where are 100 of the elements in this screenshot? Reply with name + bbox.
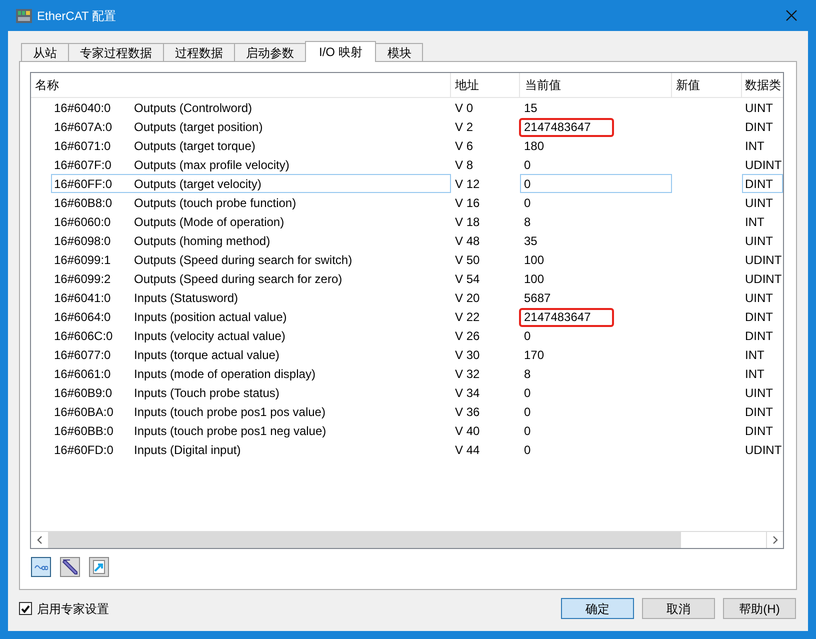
object-name: Inputs (touch probe pos1 neg value) (134, 422, 326, 440)
data-type: DINT (744, 328, 774, 344)
current-value: 0 (523, 442, 532, 458)
horizontal-scrollbar[interactable] (31, 531, 783, 548)
current-value: 0 (523, 404, 532, 420)
current-value: 0 (523, 384, 532, 402)
data-type: UDINT (744, 270, 783, 288)
address: V 2 (454, 118, 474, 136)
object-name: Outputs (target position) (134, 118, 263, 136)
address: V 34 (454, 384, 481, 402)
checkbox[interactable] (19, 602, 32, 615)
object-name: Inputs (mode of operation display) (134, 366, 316, 382)
address: V 26 (454, 328, 481, 344)
object-name: Outputs (Mode of operation) (134, 214, 284, 230)
check-icon (21, 604, 30, 612)
object-index: 16#6099:2 (53, 270, 112, 288)
object-index: 16#6041:0 (53, 290, 112, 306)
address: V 18 (454, 214, 481, 230)
dialog-button[interactable]: 帮助(H) (723, 598, 796, 619)
column-header[interactable]: 地址 (451, 73, 520, 97)
object-name: Inputs (Digital input) (134, 442, 241, 458)
tab[interactable]: 过程数据 (163, 43, 235, 61)
window-title: EtherCAT 配置 (37, 8, 116, 24)
object-name: Outputs (target velocity) (134, 176, 262, 192)
current-value: 15 (523, 100, 538, 116)
data-type: INT (744, 366, 766, 382)
object-index: 16#607A:0 (53, 118, 114, 136)
column-header[interactable]: 数据类 (742, 73, 783, 97)
data-type: UINT (744, 232, 774, 250)
current-value: 8 (523, 214, 532, 230)
object-index: 16#60FD:0 (53, 442, 114, 458)
object-index: 16#607F:0 (53, 156, 112, 174)
address: V 22 (454, 308, 481, 326)
current-value: 2147483647 (523, 118, 592, 136)
object-name: Inputs (position actual value) (134, 308, 287, 326)
app-icon (16, 8, 32, 24)
data-type: INT (744, 346, 766, 364)
data-type: DINT (744, 422, 774, 440)
address: V 30 (454, 346, 481, 364)
chevron-right-icon (772, 536, 778, 544)
object-index: 16#6060:0 (53, 214, 112, 230)
object-name: Outputs (target torque) (134, 138, 256, 154)
checkbox-label[interactable]: 启用专家设置 (37, 600, 109, 618)
object-index: 16#6071:0 (53, 138, 112, 154)
address: V 48 (454, 232, 481, 250)
data-type: UDINT (744, 252, 783, 268)
address: V 32 (454, 366, 481, 382)
tab[interactable]: 启动参数 (234, 43, 306, 61)
current-value: 0 (523, 156, 532, 174)
object-name: Outputs (touch probe function) (134, 194, 296, 212)
tab[interactable]: I/O 映射 (305, 41, 376, 62)
data-type: UINT (744, 290, 774, 306)
data-type: UINT (744, 100, 774, 116)
object-index: 16#6061:0 (53, 366, 112, 382)
dialog-button[interactable]: 取消 (642, 598, 715, 619)
selected-name-cell[interactable]: 16#60FF:0 Outputs (target velocity) (51, 174, 451, 193)
object-index: 16#6077:0 (53, 346, 112, 364)
column-header[interactable]: 名称 (31, 73, 451, 97)
scrollbar-thumb[interactable] (48, 532, 681, 548)
address: V 0 (454, 100, 474, 116)
object-index: 16#60BA:0 (53, 404, 114, 420)
tab[interactable]: 专家过程数据 (68, 43, 164, 61)
object-name: Outputs (Speed during search for switch) (134, 252, 352, 268)
toolbar-button[interactable] (31, 557, 51, 577)
address: V 20 (454, 290, 481, 306)
current-value: 0 (523, 422, 532, 440)
data-type: UINT (744, 384, 774, 402)
data-type: INT (744, 214, 766, 230)
object-index: 16#60BB:0 (53, 422, 114, 440)
toolbar-button[interactable] (60, 557, 80, 577)
chevron-left-icon (37, 536, 42, 544)
current-value: 0 (523, 194, 532, 212)
current-value: 35 (523, 232, 538, 250)
object-index: 16#60B9:0 (53, 384, 114, 402)
column-header[interactable]: 新值 (672, 73, 742, 97)
address: V 40 (454, 422, 481, 440)
data-type: DINT (744, 308, 774, 326)
current-value: 8 (523, 366, 532, 382)
wave-icon (34, 563, 48, 571)
data-type: DINT (742, 174, 783, 193)
object-index: 16#606C:0 (53, 328, 114, 344)
object-index: 16#6040:0 (53, 100, 112, 116)
close-icon[interactable] (786, 10, 797, 21)
object-name: Inputs (torque actual value) (134, 346, 280, 364)
address: V 54 (454, 270, 481, 288)
dialog-button[interactable]: 确定 (561, 598, 634, 619)
object-index: 16#60B8:0 (53, 194, 114, 212)
current-value: 0 (523, 328, 532, 344)
pencil-icon (62, 559, 78, 575)
column-header[interactable]: 当前值 (520, 73, 672, 97)
object-name: Inputs (velocity actual value) (134, 328, 286, 344)
current-value: 2147483647 (523, 308, 592, 326)
data-type: DINT (744, 404, 774, 420)
tab[interactable]: 从站 (21, 43, 69, 61)
object-name: Outputs (Controlword) (134, 100, 252, 116)
toolbar-button[interactable] (89, 557, 109, 577)
object-name: Outputs (max profile velocity) (134, 156, 290, 174)
tab[interactable]: 模块 (375, 43, 424, 61)
current-value: 170 (523, 346, 546, 364)
address: V 44 (454, 442, 481, 458)
